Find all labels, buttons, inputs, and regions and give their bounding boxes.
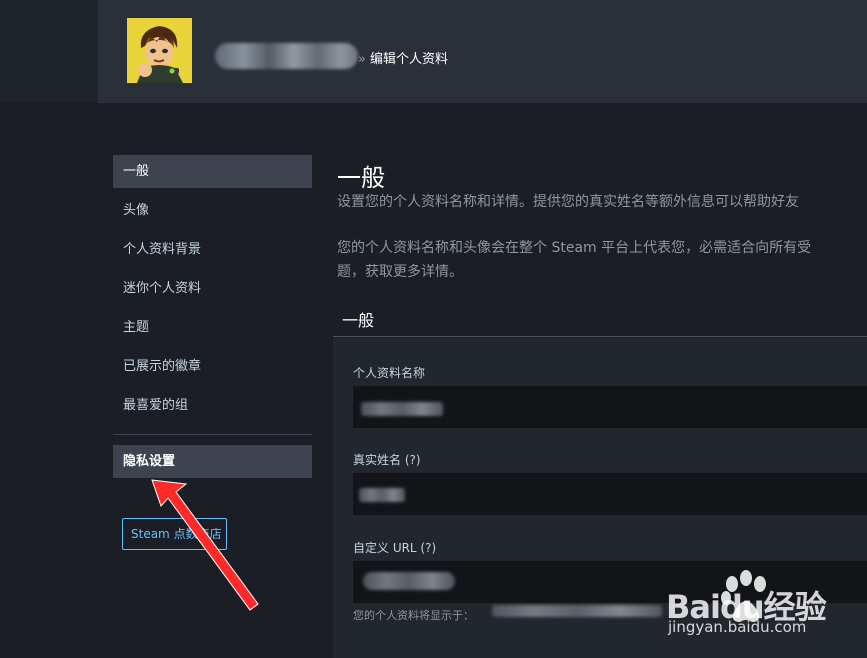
page-title: 一般 [337,164,385,192]
header-left-strip [0,0,98,103]
real-name-value-redacted [359,488,405,502]
real-name-label: 真实姓名 (?) [353,453,421,467]
breadcrumb-separator: » [358,52,366,67]
section-title: 一般 [342,311,375,330]
points-shop-button[interactable]: Steam 点数商店 [122,518,227,550]
sidebar-divider [113,434,312,435]
sidebar-item-privacy-settings[interactable]: 隐私设置 [113,445,312,478]
page-description-2-cont: 题，获取更多详情。 [337,264,463,280]
profile-url-hint: 您的个人资料将显示于： [353,607,474,623]
sidebar-item-theme[interactable]: 主题 [113,311,312,344]
profile-name-input[interactable] [353,386,867,428]
username-redacted [215,43,358,69]
sidebar-item-profile-background[interactable]: 个人资料背景 [113,233,312,266]
section-header [333,300,867,337]
sidebar-item-mini-profile[interactable]: 迷你个人资料 [113,272,312,305]
profile-url-redacted [492,605,662,617]
page-description: 设置您的个人资料名称和详情。提供您的真实姓名等额外信息可以帮助好友 [337,194,799,210]
real-name-input[interactable] [353,473,867,515]
breadcrumb-current: 编辑个人资料 [369,52,448,67]
breadcrumb: » 编辑个人资料 [358,48,448,67]
custom-url-value-redacted [363,572,455,590]
custom-url-label: 自定义 URL (?) [353,541,437,555]
profile-name-label: 个人资料名称 [353,366,426,380]
sidebar-item-avatar[interactable]: 头像 [113,194,312,227]
watermark-url: jingyan.baidu.com [668,618,807,636]
sidebar-item-favorite-group[interactable]: 最喜爱的组 [113,389,312,422]
page-description-2: 您的个人资料名称和头像会在整个 Steam 平台上代表您，必需适合向所有受 [337,240,812,256]
avatar-image [127,18,192,83]
profile-name-value-redacted [361,402,443,416]
baidu-watermark: Baidu经验 jingyan.baidu.com [662,568,867,658]
profile-url-hint-text: 您的个人资料将显示于： [353,609,474,622]
sidebar-item-featured-badge[interactable]: 已展示的徽章 [113,350,312,383]
avatar[interactable] [127,18,192,83]
sidebar-item-general[interactable]: 一般 [113,155,312,188]
